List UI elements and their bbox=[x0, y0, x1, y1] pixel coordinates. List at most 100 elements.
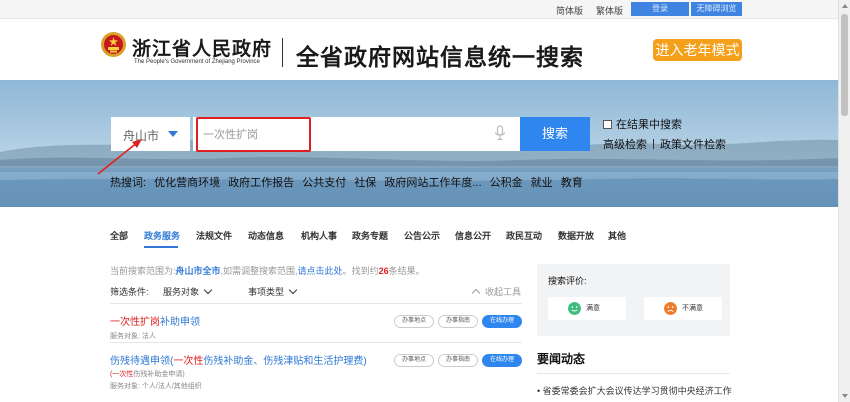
result-title-text: 伤残补助金、伤残津贴和生活护理费) bbox=[203, 356, 367, 367]
simplified-chinese-link[interactable]: 简体版 bbox=[556, 4, 583, 17]
tab-interaction[interactable]: 政民互动 bbox=[506, 229, 542, 242]
result-subtitle: (一次性伤残补助金申请) bbox=[110, 369, 522, 379]
hot-word[interactable]: 公共支付 bbox=[302, 177, 346, 189]
smile-face-icon bbox=[568, 302, 581, 315]
scope-region: 舟山市全市 bbox=[175, 266, 221, 276]
tab-other[interactable]: 其他 bbox=[608, 229, 626, 242]
hot-search-words: 热搜词: 优化营商环境 政府工作报告 公共支付 社保 政府网站工作年度... 公… bbox=[110, 174, 588, 190]
link-separator bbox=[653, 139, 654, 149]
advanced-links: 高级检索 政策文件检索 bbox=[603, 136, 726, 152]
hot-word[interactable]: 就业 bbox=[531, 177, 553, 189]
tab-personnel[interactable]: 机构人事 bbox=[301, 229, 337, 242]
collapse-tools-toggle[interactable]: 收起工具 bbox=[471, 285, 522, 298]
elder-mode-button[interactable]: 进入老年模式 bbox=[653, 39, 742, 61]
scope-found-suffix: 条结果。 bbox=[388, 266, 425, 276]
service-target-filter[interactable]: 服务对象 bbox=[163, 285, 213, 298]
header-divider bbox=[282, 38, 283, 67]
scope-mid: ,如需调整搜索范围, bbox=[220, 266, 298, 276]
search-input[interactable] bbox=[203, 124, 483, 144]
accessibility-button[interactable]: 无障碍浏览 bbox=[691, 2, 742, 16]
page-scrollbar[interactable] bbox=[838, 0, 850, 402]
tab-all[interactable]: 全部 bbox=[110, 229, 128, 242]
filter-divider bbox=[110, 303, 522, 304]
online-service-button[interactable]: 在线办理 bbox=[481, 315, 522, 328]
tab-news[interactable]: 动态信息 bbox=[248, 229, 284, 242]
result-item: 一次性扩岗补助申领 服务对象: 法人 办事地点 办事指南 在线办理 bbox=[110, 313, 522, 341]
news-divider bbox=[537, 373, 730, 374]
unsatisfied-button[interactable]: 不满意 bbox=[644, 297, 722, 320]
service-guide-button[interactable]: 办事指南 bbox=[437, 354, 478, 367]
tab-government-services[interactable]: 政务服务 bbox=[144, 229, 180, 242]
tab-announcements[interactable]: 公告公示 bbox=[404, 229, 440, 242]
portal-title: 全省政府网站信息统一搜索 bbox=[296, 44, 584, 70]
microphone-icon[interactable] bbox=[494, 125, 506, 142]
service-location-button[interactable]: 办事地点 bbox=[393, 315, 434, 328]
government-title: 浙江省人民政府 bbox=[132, 38, 273, 60]
search-in-results-checkbox[interactable] bbox=[603, 119, 612, 129]
result-count: 26 bbox=[378, 266, 389, 276]
hot-search-label: 热搜词: bbox=[110, 177, 147, 189]
result-subtitle-text: 伤残补助金申请) bbox=[133, 371, 185, 378]
result-service-target: 服务对象: 法人 bbox=[110, 333, 156, 340]
scope-prefix: 当前搜索范围为: bbox=[110, 266, 176, 276]
government-english-title: The People's Government of Zhejiang Prov… bbox=[134, 59, 260, 65]
scrollbar-thumb[interactable] bbox=[841, 14, 848, 116]
tab-regulations[interactable]: 法规文件 bbox=[196, 229, 232, 242]
satisfied-button[interactable]: 满意 bbox=[548, 297, 626, 320]
satisfied-label: 满意 bbox=[586, 305, 600, 312]
item-type-label: 事项类型 bbox=[248, 287, 285, 297]
site-header: 浙江省人民政府 The People's Government of Zheji… bbox=[0, 19, 838, 80]
hot-word[interactable]: 优化营商环境 bbox=[154, 177, 220, 189]
result-title-text: 补助申领 bbox=[160, 317, 200, 328]
service-target-label: 服务对象 bbox=[163, 287, 200, 297]
search-evaluation-panel: 搜索评价: 满意 不满意 bbox=[537, 264, 730, 336]
service-location-button[interactable]: 办事地点 bbox=[393, 354, 434, 367]
result-divider bbox=[110, 342, 522, 343]
result-title-prefix: 伤残待遇申领( bbox=[110, 356, 174, 367]
login-button[interactable]: 登录 bbox=[631, 2, 689, 16]
advanced-search-link[interactable]: 高级检索 bbox=[603, 139, 647, 151]
search-button[interactable]: 搜索 bbox=[520, 117, 590, 151]
filter-label: 筛选条件: bbox=[110, 287, 149, 297]
service-guide-button[interactable]: 办事指南 bbox=[437, 315, 478, 328]
result-actions: 办事地点 办事指南 在线办理 bbox=[393, 354, 522, 367]
result-item: 伤残待遇申领(一次性伤残补助金、伤残津贴和生活护理费) (一次性伤残补助金申请)… bbox=[110, 352, 522, 391]
evaluation-label: 搜索评价: bbox=[548, 276, 587, 286]
hot-word[interactable]: 教育 bbox=[561, 177, 583, 189]
frown-face-icon bbox=[664, 302, 677, 315]
policy-search-link[interactable]: 政策文件检索 bbox=[660, 139, 726, 151]
online-service-button[interactable]: 在线办理 bbox=[481, 354, 522, 367]
search-input-container bbox=[193, 117, 520, 151]
traditional-chinese-link[interactable]: 繁体版 bbox=[596, 4, 623, 17]
scroll-down-arrow-icon[interactable] bbox=[842, 394, 848, 398]
result-title-highlight: 一次性扩岗 bbox=[110, 317, 160, 328]
result-title-highlight: 一次性 bbox=[173, 356, 204, 367]
scroll-up-arrow-icon[interactable] bbox=[842, 4, 848, 8]
hot-word[interactable]: 政府工作报告 bbox=[228, 177, 294, 189]
tab-disclosure[interactable]: 信息公开 bbox=[455, 229, 491, 242]
national-emblem-icon bbox=[101, 32, 126, 57]
result-actions: 办事地点 办事指南 在线办理 bbox=[393, 315, 522, 328]
chevron-down-icon bbox=[203, 285, 213, 295]
collapse-tools-label: 收起工具 bbox=[485, 287, 522, 297]
top-utility-bar: 简体版 繁体版 登录 无障碍浏览 bbox=[0, 0, 838, 19]
scope-found-prefix: 。找到约 bbox=[342, 266, 379, 276]
result-subtitle-highlight: (一次性 bbox=[110, 371, 134, 378]
change-scope-link[interactable]: 请点击此处 bbox=[298, 266, 343, 276]
hot-word[interactable]: 社保 bbox=[354, 177, 376, 189]
search-scope: 当前搜索范围为:舟山市全市,如需调整搜索范围,请点击此处。找到约26条结果。 bbox=[110, 264, 425, 277]
active-tab-underline bbox=[144, 246, 178, 248]
chevron-up-icon bbox=[471, 288, 481, 298]
unsatisfied-label: 不满意 bbox=[682, 305, 703, 312]
hot-word[interactable]: 政府网站工作年度... bbox=[384, 177, 481, 189]
hot-word[interactable]: 公积金 bbox=[490, 177, 523, 189]
tab-topics[interactable]: 政务专题 bbox=[352, 229, 388, 242]
item-type-filter[interactable]: 事项类型 bbox=[248, 285, 298, 298]
search-in-results-option[interactable]: 在结果中搜索 bbox=[603, 116, 682, 132]
tab-open-data[interactable]: 数据开放 bbox=[558, 229, 594, 242]
chevron-down-icon bbox=[288, 285, 298, 295]
caret-down-icon bbox=[168, 131, 178, 137]
news-section-title: 要闻动态 bbox=[537, 352, 586, 366]
news-item-link[interactable]: • 省委常委会扩大会议传达学习贯彻中央经济工作 bbox=[537, 384, 732, 397]
result-service-target: 服务对象: 个人/法人/其他组织 bbox=[110, 383, 202, 390]
